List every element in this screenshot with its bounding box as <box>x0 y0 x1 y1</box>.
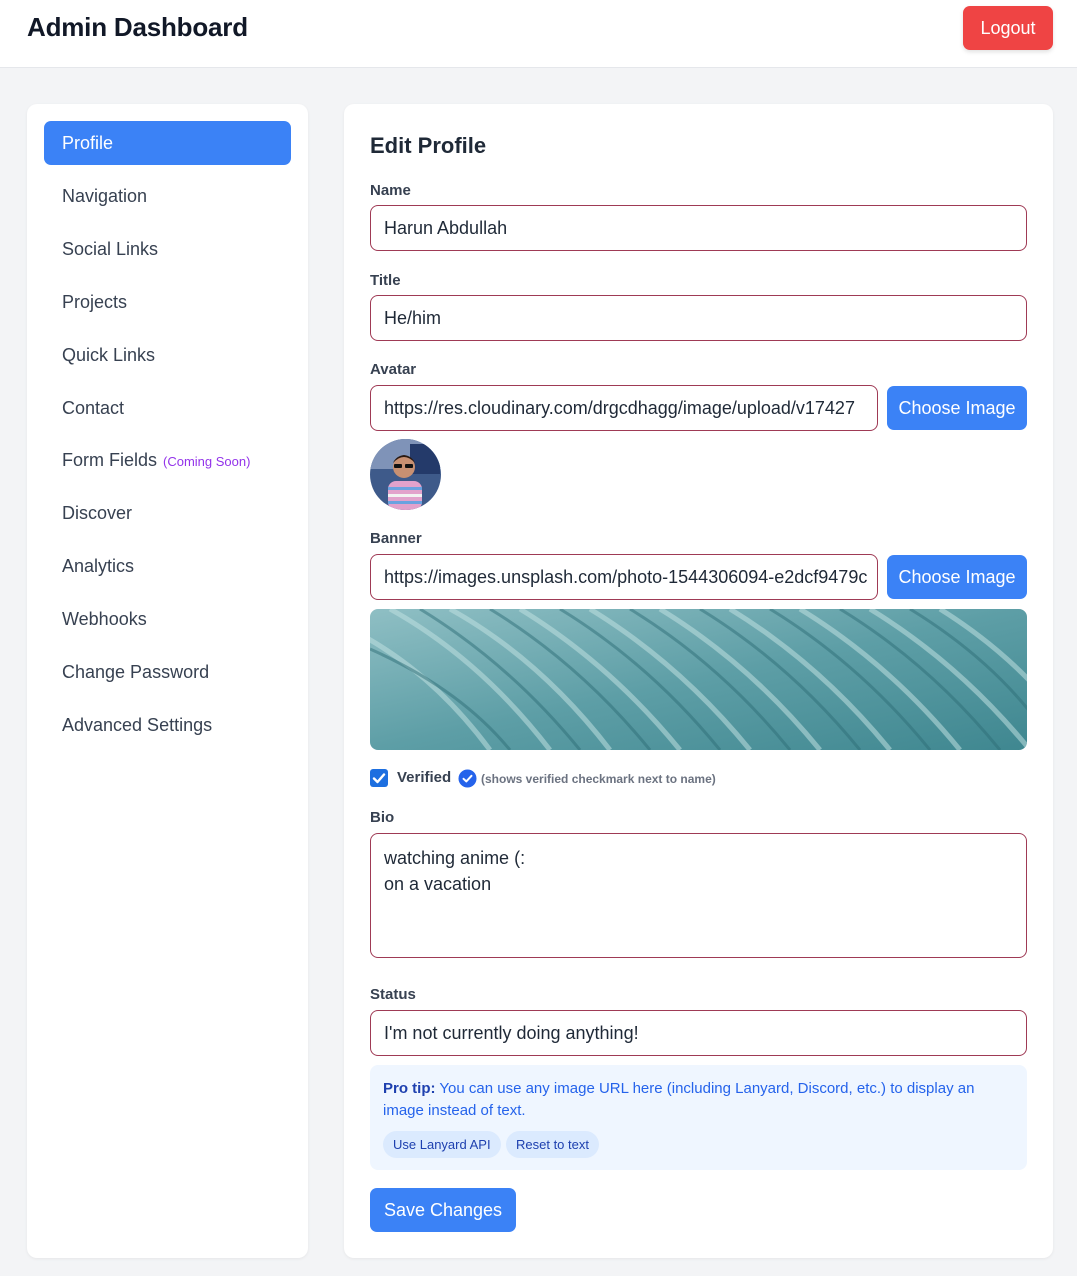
sidebar-item-label: Projects <box>62 292 128 312</box>
verified-hint: (shows verified checkmark next to name) <box>481 772 716 786</box>
bio-label: Bio <box>370 809 395 826</box>
sidebar-item-quick-links[interactable]: Quick Links <box>44 333 291 377</box>
name-input[interactable]: Harun Abdullah <box>370 205 1027 251</box>
banner-label: Banner <box>370 530 422 547</box>
verified-label: Verified <box>397 769 452 786</box>
edit-profile-panel: Edit Profile Name Harun Abdullah Title H… <box>344 104 1053 1258</box>
sidebar-item-label: Form Fields <box>62 450 158 470</box>
sidebar-item-label: Contact <box>62 398 125 418</box>
sidebar-item-discover[interactable]: Discover <box>44 491 291 535</box>
avatar-url-input[interactable]: https://res.cloudinary.com/drgcdhagg/ima… <box>370 385 878 431</box>
sidebar-item-label: Change Password <box>62 662 210 682</box>
sidebar-item-label: Advanced Settings <box>62 715 213 735</box>
top-bar: Admin Dashboard Logout <box>0 0 1077 68</box>
page-title: Edit Profile <box>370 133 487 158</box>
use-lanyard-api-button[interactable]: Use Lanyard API <box>383 1131 501 1158</box>
sidebar-item-label: Navigation <box>62 186 148 206</box>
pro-tip-box: Pro tip: You can use any image URL here … <box>370 1065 1027 1170</box>
sidebar: Profile Navigation Social Links Projects… <box>27 104 308 1258</box>
pro-tip-strong: Pro tip: <box>383 1080 436 1097</box>
status-input[interactable]: I'm not currently doing anything! <box>370 1010 1027 1056</box>
app-title: Admin Dashboard <box>27 12 248 42</box>
pro-tip-body: You can use any image URL here (includin… <box>383 1080 975 1119</box>
verified-badge-icon <box>458 769 477 788</box>
logout-button[interactable]: Logout <box>963 6 1053 50</box>
sidebar-item-webhooks[interactable]: Webhooks <box>44 597 291 641</box>
status-label: Status <box>370 986 416 1003</box>
sidebar-item-label: Analytics <box>62 556 135 576</box>
sidebar-item-projects[interactable]: Projects <box>44 280 291 324</box>
choose-banner-button[interactable]: Choose Image <box>887 555 1027 599</box>
coming-soon-badge: (Coming Soon) <box>163 454 251 469</box>
sidebar-item-change-password[interactable]: Change Password <box>44 650 291 694</box>
sidebar-item-label: Discover <box>62 503 133 523</box>
avatar <box>370 439 441 510</box>
pro-tip-text: Pro tip: You can use any image URL here … <box>383 1078 1003 1122</box>
sidebar-item-label: Social Links <box>62 239 159 259</box>
sidebar-item-social-links[interactable]: Social Links <box>44 227 291 271</box>
title-label: Title <box>370 272 401 289</box>
sidebar-item-profile[interactable]: Profile <box>44 121 291 165</box>
sidebar-item-label: Profile <box>62 133 114 153</box>
bio-textarea[interactable]: watching anime (: on a vacation <box>370 833 1027 958</box>
title-input[interactable]: He/him <box>370 295 1027 341</box>
sidebar-item-form-fields[interactable]: Form Fields (Coming Soon) <box>44 438 291 482</box>
choose-avatar-button[interactable]: Choose Image <box>887 386 1027 430</box>
sidebar-item-navigation[interactable]: Navigation <box>44 174 291 218</box>
banner-image <box>370 609 1027 750</box>
sidebar-item-advanced-settings[interactable]: Advanced Settings <box>44 703 291 747</box>
avatar-label: Avatar <box>370 361 417 378</box>
name-label: Name <box>370 182 411 199</box>
banner-url-input[interactable]: https://images.unsplash.com/photo-154430… <box>370 554 878 600</box>
sidebar-item-analytics[interactable]: Analytics <box>44 544 291 588</box>
reset-to-text-button[interactable]: Reset to text <box>506 1131 599 1158</box>
sidebar-item-label: Quick Links <box>62 345 156 365</box>
sidebar-item-label: Webhooks <box>62 609 147 629</box>
sidebar-item-contact[interactable]: Contact <box>44 386 291 430</box>
save-changes-button[interactable]: Save Changes <box>370 1188 516 1232</box>
verified-checkbox[interactable] <box>370 769 388 787</box>
